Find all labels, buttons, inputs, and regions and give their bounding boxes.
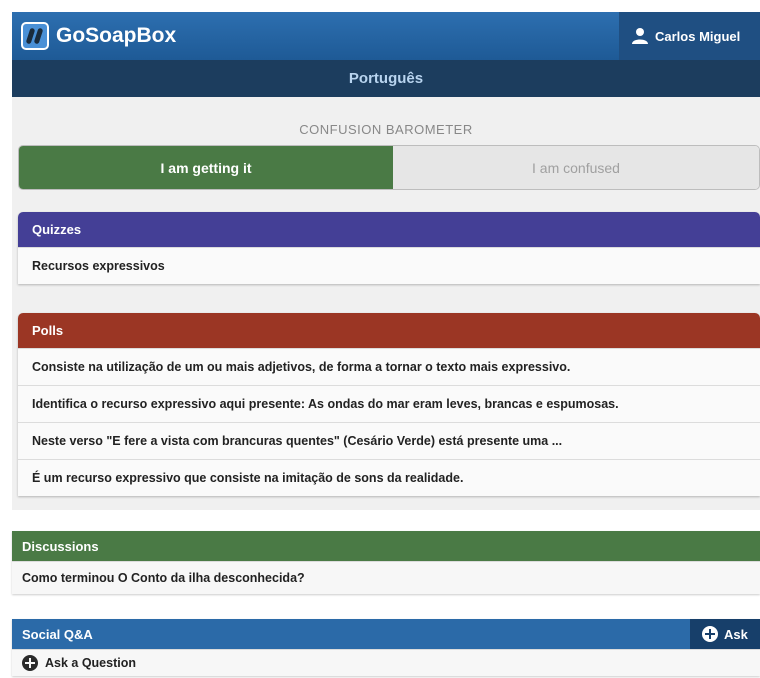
poll-item[interactable]: É um recurso expressivo que consiste na …: [18, 459, 760, 496]
discussions-header: Discussions: [12, 531, 760, 561]
ask-question-row[interactable]: Ask a Question: [12, 649, 760, 676]
ask-button[interactable]: Ask: [690, 619, 760, 649]
poll-item[interactable]: Identifica o recurso expressivo aqui pre…: [18, 385, 760, 422]
user-icon: [632, 28, 648, 44]
confusion-barometer-label: CONFUSION BAROMETER: [299, 122, 473, 137]
gosoapbox-logo-icon[interactable]: [21, 22, 49, 50]
plus-circle-icon: [702, 626, 718, 642]
app-header: GoSoapBox Carlos Miguel: [12, 12, 760, 60]
plus-circle-icon: [22, 655, 38, 671]
subject-title: Português: [12, 60, 760, 97]
quizzes-header: Quizzes: [18, 212, 760, 247]
quizzes-card: Quizzes Recursos expressivos: [18, 212, 760, 284]
discussion-item[interactable]: Como terminou O Conto da ilha desconheci…: [12, 561, 760, 594]
confusion-barometer-toggle: I am getting it I am confused: [18, 145, 760, 190]
user-name: Carlos Miguel: [655, 28, 741, 44]
social-qa-header: Social Q&A Ask: [12, 619, 760, 649]
poll-item[interactable]: Neste verso "E fere a vista com brancura…: [18, 422, 760, 459]
getting-it-button[interactable]: I am getting it: [19, 146, 393, 189]
ask-question-label: Ask a Question: [45, 656, 136, 670]
user-menu[interactable]: Carlos Miguel: [619, 12, 760, 60]
social-qa-section: Social Q&A Ask Ask a Question: [12, 619, 760, 676]
polls-header: Polls: [18, 313, 760, 348]
discussions-section: Discussions Como terminou O Conto da ilh…: [12, 531, 760, 594]
confused-button[interactable]: I am confused: [393, 146, 759, 189]
polls-card: Polls Consiste na utilização de um ou ma…: [18, 313, 760, 496]
ask-button-label: Ask: [724, 626, 748, 642]
app-logo-text[interactable]: GoSoapBox: [56, 24, 176, 48]
poll-item[interactable]: Consiste na utilização de um ou mais adj…: [18, 348, 760, 385]
quiz-item[interactable]: Recursos expressivos: [18, 247, 760, 284]
social-qa-title: Social Q&A: [22, 626, 93, 642]
